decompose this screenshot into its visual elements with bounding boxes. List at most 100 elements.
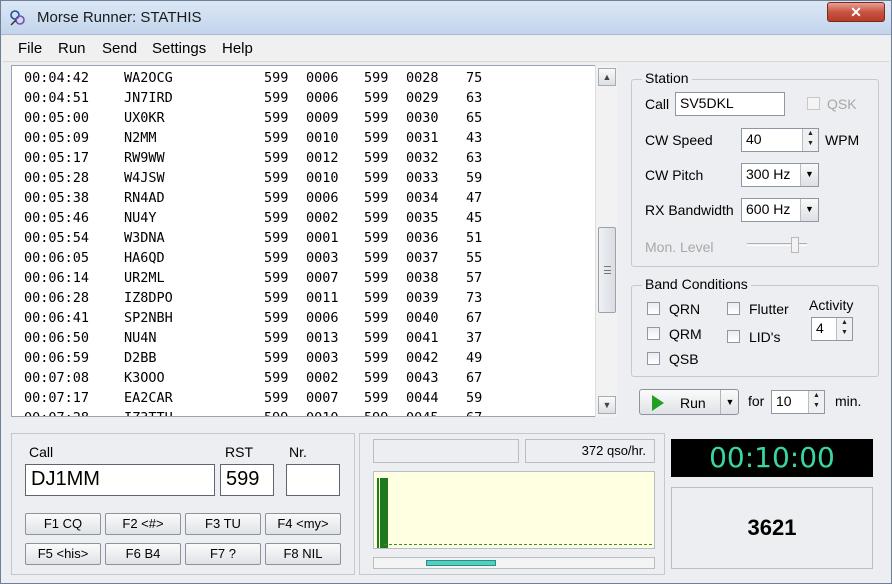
log-call: NU4N: [124, 330, 157, 346]
qsb-checkbox[interactable]: [647, 352, 660, 365]
log-time: 00:06:14: [24, 270, 90, 286]
log-time: 00:05:46: [24, 210, 90, 226]
log-call: RW9WW: [124, 150, 165, 166]
log-rst-rcvd: 599: [364, 90, 389, 106]
f8-nil-button[interactable]: F8 NIL: [265, 543, 341, 565]
log-call: D2BB: [124, 350, 157, 366]
log-call: IZ3TTH: [124, 410, 173, 416]
log-nr-sent: 0001: [306, 230, 339, 246]
chevron-down-icon[interactable]: ▼: [800, 199, 818, 221]
title-bar[interactable]: Morse Runner: STATHIS ✕: [1, 1, 891, 35]
log-nr-rcvd: 0032: [406, 150, 439, 166]
log-nr-sent: 0011: [306, 290, 339, 306]
log-rst-rcvd: 599: [364, 290, 389, 306]
log-call: HA6QD: [124, 250, 165, 266]
rx-bandwidth-value: 600 Hz: [746, 201, 791, 217]
menu-settings[interactable]: Settings: [152, 40, 206, 57]
spin-arrows-icon[interactable]: ▲ ▼: [802, 129, 818, 151]
menu-help[interactable]: Help: [222, 40, 253, 57]
flutter-checkbox[interactable]: [727, 302, 740, 315]
status-message-box: [373, 439, 519, 463]
log-pitch: 55: [466, 250, 483, 266]
log-time: 00:05:38: [24, 190, 90, 206]
log-call: UR2ML: [124, 270, 165, 286]
f6-b4-button[interactable]: F6 B4: [105, 543, 181, 565]
log-pitch: 63: [466, 90, 483, 106]
cw-speed-label: CW Speed: [645, 132, 713, 148]
rx-bandwidth-select[interactable]: 600 Hz ▼: [741, 198, 819, 222]
log-pitch: 57: [466, 270, 483, 286]
scope-trace: [380, 478, 388, 548]
scroll-up-icon[interactable]: ▲: [598, 68, 616, 86]
menu-file[interactable]: File: [18, 40, 42, 57]
cw-pitch-select[interactable]: 300 Hz ▼: [741, 163, 819, 187]
log-nr-rcvd: 0044: [406, 390, 439, 406]
qso-log[interactable]: 00:04:42 WA2OCG 599 0006 599 0028 75 00:04:51 JN…: [11, 65, 617, 417]
f1-cq-button[interactable]: F1 CQ: [25, 513, 101, 535]
f2-number-button[interactable]: F2 <#>: [105, 513, 181, 535]
log-rst-sent: 599: [264, 290, 289, 306]
f3-tu-button[interactable]: F3 TU: [185, 513, 261, 535]
qsk-checkbox[interactable]: [807, 97, 820, 110]
log-nr-rcvd: 0037: [406, 250, 439, 266]
log-nr-rcvd: 0041: [406, 330, 439, 346]
log-time: 00:06:59: [24, 350, 90, 366]
log-rst-rcvd: 599: [364, 110, 389, 126]
scroll-down-icon[interactable]: ▼: [598, 396, 616, 414]
entry-nr-input[interactable]: [286, 464, 340, 496]
run-minutes-spinner[interactable]: 10 ▲ ▼: [771, 390, 825, 414]
lids-checkbox[interactable]: [727, 330, 740, 343]
qrm-checkbox[interactable]: [647, 327, 660, 340]
log-nr-rcvd: 0029: [406, 90, 439, 106]
log-call: RN4AD: [124, 190, 165, 206]
log-nr-sent: 0006: [306, 190, 339, 206]
log-nr-rcvd: 0045: [406, 410, 439, 416]
qrn-checkbox[interactable]: [647, 302, 660, 315]
spin-arrows-icon[interactable]: ▲ ▼: [836, 318, 852, 340]
log-call: IZ8DPO: [124, 290, 173, 306]
log-scrollbar[interactable]: ▲ ▼: [595, 65, 617, 417]
log-rst-sent: 599: [264, 310, 289, 326]
log-nr-rcvd: 0043: [406, 370, 439, 386]
activity-spinner[interactable]: 4 ▲ ▼: [811, 317, 853, 341]
entry-rst-input[interactable]: 599: [220, 464, 274, 496]
f4-my-button[interactable]: F4 <my>: [265, 513, 341, 535]
log-rst-rcvd: 599: [364, 370, 389, 386]
scope-baseline: [384, 544, 652, 545]
menu-run[interactable]: Run: [58, 40, 86, 57]
f7-query-button[interactable]: F7 ?: [185, 543, 261, 565]
station-call-input[interactable]: SV5DKL: [675, 92, 785, 116]
log-nr-rcvd: 0034: [406, 190, 439, 206]
log-nr-rcvd: 0039: [406, 290, 439, 306]
log-call: SP2NBH: [124, 310, 173, 326]
activity-label: Activity: [809, 297, 854, 313]
scroll-thumb[interactable]: [598, 227, 616, 313]
log-nr-rcvd: 0031: [406, 130, 439, 146]
menu-send[interactable]: Send: [102, 40, 137, 57]
run-button[interactable]: Run ▼: [639, 389, 739, 415]
log-pitch: 47: [466, 190, 483, 206]
log-rst-rcvd: 599: [364, 350, 389, 366]
f5-his-button[interactable]: F5 <his>: [25, 543, 101, 565]
entry-call-input[interactable]: DJ1MM: [25, 464, 215, 496]
cw-speed-spinner[interactable]: 40 ▲ ▼: [741, 128, 819, 152]
close-button[interactable]: ✕: [827, 2, 885, 22]
log-nr-sent: 0006: [306, 310, 339, 326]
log-time: 00:06:50: [24, 330, 90, 346]
log-rst-sent: 599: [264, 190, 289, 206]
entry-rst-label: RST: [225, 444, 253, 460]
chevron-down-icon[interactable]: ▼: [800, 164, 818, 186]
log-nr-sent: 0002: [306, 370, 339, 386]
spin-arrows-icon[interactable]: ▲ ▼: [808, 391, 824, 413]
log-nr-rcvd: 0042: [406, 350, 439, 366]
qrm-label: QRM: [669, 326, 702, 342]
log-pitch: 59: [466, 390, 483, 406]
mon-level-slider-handle[interactable]: [791, 237, 799, 253]
log-rst-rcvd: 599: [364, 330, 389, 346]
chevron-down-icon[interactable]: ▼: [720, 390, 739, 414]
log-nr-rcvd: 0033: [406, 170, 439, 186]
log-rst-sent: 599: [264, 250, 289, 266]
run-button-label: Run: [680, 395, 706, 411]
log-nr-rcvd: 0035: [406, 210, 439, 226]
log-time: 00:04:51: [24, 90, 90, 106]
